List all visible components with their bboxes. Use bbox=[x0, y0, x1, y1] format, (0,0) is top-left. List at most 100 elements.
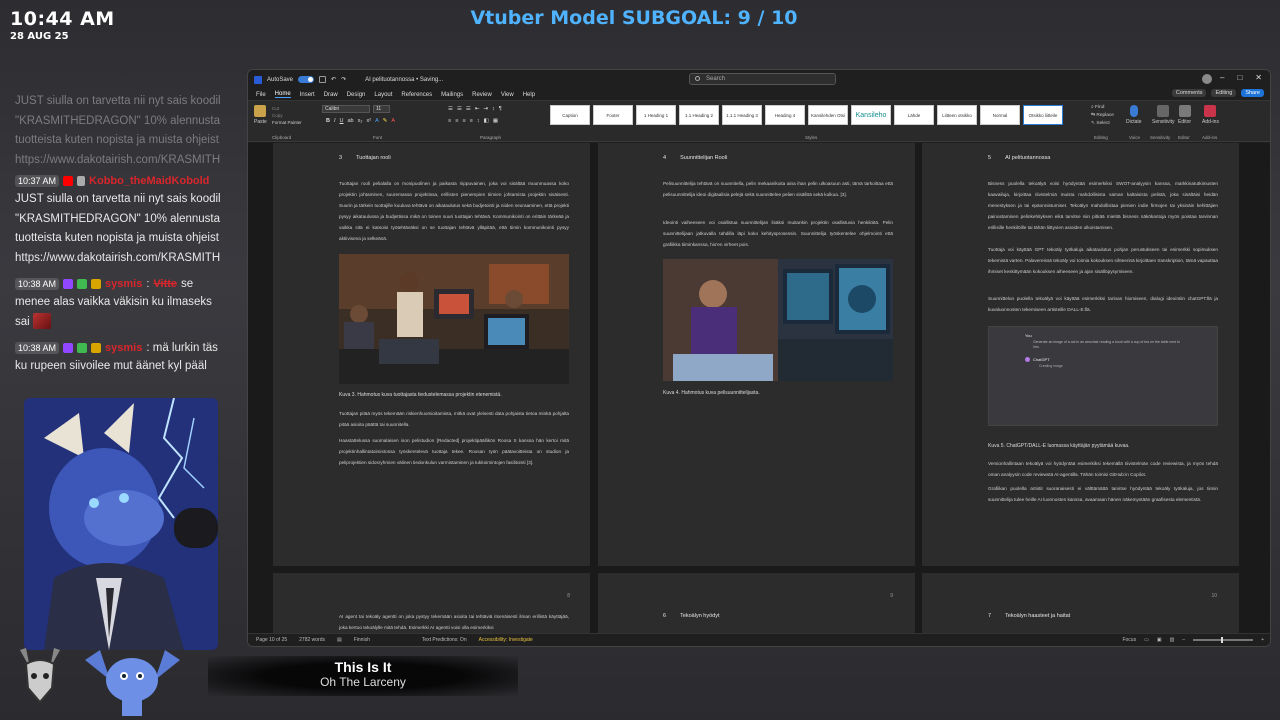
menu-design[interactable]: Design bbox=[347, 92, 366, 98]
editing-mode-button[interactable]: Editing bbox=[1211, 89, 1237, 97]
menu-mailings[interactable]: Mailings bbox=[441, 92, 463, 98]
page[interactable]: 9 6 Tekoälyn hyödyt bbox=[598, 573, 915, 635]
text-predictions-status[interactable]: Text Predictions: On bbox=[422, 637, 467, 643]
sort-icon[interactable]: ↕ bbox=[492, 106, 495, 112]
format-painter-button[interactable]: Format Painter bbox=[272, 119, 302, 126]
style-normal[interactable]: Normal bbox=[980, 105, 1020, 125]
dictate-button[interactable]: Dictate bbox=[1126, 105, 1142, 125]
sensitivity-icon bbox=[1157, 105, 1170, 117]
document-title[interactable]: AI pelituotannossa • Saving... bbox=[365, 77, 443, 83]
close-icon[interactable]: ✕ bbox=[1255, 73, 1262, 82]
subscript-button[interactable]: x₂ bbox=[358, 118, 363, 124]
redo-icon[interactable]: ↷ bbox=[341, 76, 346, 83]
editor-button[interactable]: Editor bbox=[1178, 105, 1191, 125]
zoom-in-icon[interactable]: + bbox=[1261, 637, 1264, 643]
autosave-toggle[interactable] bbox=[298, 76, 315, 83]
addins-button[interactable]: Add-ins bbox=[1202, 105, 1219, 125]
search-input[interactable]: Search bbox=[689, 73, 836, 85]
check-badge-icon bbox=[77, 278, 88, 289]
style-heading-3[interactable]: 1.1.1 Heading 3 bbox=[722, 105, 762, 125]
page-count[interactable]: Page 10 of 25 bbox=[256, 637, 287, 643]
page-number: 8 bbox=[567, 593, 570, 599]
menu-view[interactable]: View bbox=[501, 92, 514, 98]
style-caption[interactable]: Caption bbox=[550, 105, 590, 125]
style-footer[interactable]: Footer bbox=[593, 105, 633, 125]
show-marks-icon[interactable]: ¶ bbox=[499, 106, 502, 112]
replace-button[interactable]: ⇆ Replace bbox=[1091, 112, 1114, 120]
font-name-select[interactable]: Calibri bbox=[322, 105, 370, 113]
comments-button[interactable]: Comments bbox=[1171, 89, 1207, 97]
maximize-icon[interactable]: □ bbox=[1237, 73, 1242, 82]
justify-icon[interactable]: ≡ bbox=[470, 118, 473, 124]
menu-references[interactable]: References bbox=[401, 92, 432, 98]
style-lahde[interactable]: Lähde bbox=[894, 105, 934, 125]
line-spacing-icon[interactable]: ↕ bbox=[477, 118, 480, 124]
multilevel-list-icon[interactable]: ☰ bbox=[466, 106, 471, 112]
zoom-slider[interactable] bbox=[1193, 637, 1254, 643]
save-icon[interactable] bbox=[319, 76, 327, 83]
text-effects-button[interactable]: A bbox=[375, 118, 379, 124]
style-heading-1[interactable]: 1 Heading 1 bbox=[636, 105, 676, 125]
bold-button[interactable]: B bbox=[326, 118, 330, 124]
print-layout-icon[interactable]: ▣ bbox=[1157, 637, 1162, 643]
align-right-icon[interactable]: ≡ bbox=[462, 118, 465, 124]
menu-help[interactable]: Help bbox=[523, 92, 535, 98]
replace-icon: ⇆ bbox=[1091, 113, 1096, 118]
strikethrough-button[interactable]: ab bbox=[348, 118, 354, 124]
web-layout-icon[interactable]: ▥ bbox=[1170, 637, 1175, 643]
page[interactable]: 10 7 Tekoälyn haasteet ja haitat bbox=[922, 573, 1239, 635]
menu-insert[interactable]: Insert bbox=[300, 92, 315, 98]
emote-icon bbox=[32, 313, 51, 330]
zoom-out-icon[interactable]: – bbox=[1182, 637, 1185, 643]
style-heading-2[interactable]: 1.1 Heading 2 bbox=[679, 105, 719, 125]
accessibility-status[interactable]: Accessibility: Investigate bbox=[479, 637, 533, 643]
menu-file[interactable]: File bbox=[256, 92, 266, 98]
paste-button[interactable]: Paste bbox=[254, 105, 267, 125]
find-button[interactable]: ⌕ Find bbox=[1091, 104, 1114, 112]
style-liitteen-otsikko[interactable]: Liitteen otsikko bbox=[937, 105, 977, 125]
page[interactable]: 3 Tuottajan rooli Tuottajan rooli peliala… bbox=[273, 143, 590, 566]
share-button[interactable]: Share bbox=[1241, 89, 1264, 97]
shading-icon[interactable]: ◧ bbox=[484, 118, 489, 124]
font-color-button[interactable]: A bbox=[391, 118, 395, 124]
menu-review[interactable]: Review bbox=[472, 92, 492, 98]
sensitivity-button[interactable]: Sensitivity bbox=[1152, 105, 1175, 125]
style-kansilehden-otsi[interactable]: Kansilehden Otsi bbox=[808, 105, 848, 125]
account-avatar[interactable] bbox=[1202, 74, 1212, 84]
copy-button[interactable]: Copy bbox=[272, 112, 302, 119]
align-center-icon[interactable]: ≡ bbox=[455, 118, 458, 124]
style-kansileho[interactable]: Kansileho bbox=[851, 105, 891, 125]
cut-button[interactable]: Cut bbox=[272, 105, 302, 112]
font-size-select[interactable]: 11 bbox=[373, 105, 390, 113]
borders-icon[interactable]: ▦ bbox=[493, 118, 498, 124]
section-heading: 7 Tekoälyn haasteet ja haitat bbox=[988, 613, 1071, 619]
italic-button[interactable]: I bbox=[334, 118, 336, 124]
language-status[interactable]: Finnish bbox=[354, 637, 370, 643]
bullets-icon[interactable]: ☰ bbox=[448, 106, 453, 112]
numbering-icon[interactable]: ☰ bbox=[457, 106, 462, 112]
document-canvas[interactable]: 3 Tuottajan rooli Tuottajan rooli peliala… bbox=[248, 143, 1270, 635]
page[interactable]: 5 AI pelituotannossa Bisness puolella tek… bbox=[922, 143, 1239, 566]
undo-icon[interactable]: ↶ bbox=[331, 76, 336, 83]
addins-icon bbox=[1204, 105, 1217, 117]
menu-layout[interactable]: Layout bbox=[374, 92, 392, 98]
highlight-color-button[interactable]: ✎ bbox=[383, 118, 388, 124]
focus-button[interactable]: Focus bbox=[1122, 637, 1136, 643]
increase-indent-icon[interactable]: ⇥ bbox=[483, 106, 488, 112]
word-count[interactable]: 2782 words bbox=[299, 637, 325, 643]
style-otsikko-liitteile[interactable]: Otsikko liitteile bbox=[1023, 105, 1063, 125]
underline-button[interactable]: U bbox=[340, 118, 344, 124]
editor-icon bbox=[1178, 105, 1191, 117]
proofing-icon[interactable]: ▤ bbox=[337, 637, 342, 643]
minimize-icon[interactable]: – bbox=[1220, 73, 1224, 82]
select-button[interactable]: ↖ Select bbox=[1091, 120, 1114, 128]
align-left-icon[interactable]: ≡ bbox=[448, 118, 451, 124]
page[interactable]: 8 AI agent tai tekoäly agentti on joka p… bbox=[273, 573, 590, 635]
decrease-indent-icon[interactable]: ⇤ bbox=[475, 106, 480, 112]
superscript-button[interactable]: x² bbox=[367, 118, 372, 124]
read-mode-icon[interactable]: ▭ bbox=[1144, 637, 1149, 643]
style-heading-4[interactable]: Heading 4 bbox=[765, 105, 805, 125]
menu-home[interactable]: Home bbox=[274, 91, 291, 98]
menu-draw[interactable]: Draw bbox=[324, 92, 338, 98]
page[interactable]: 4 Suunnittelijan Rooli Pelisuunnittelija … bbox=[598, 143, 915, 566]
